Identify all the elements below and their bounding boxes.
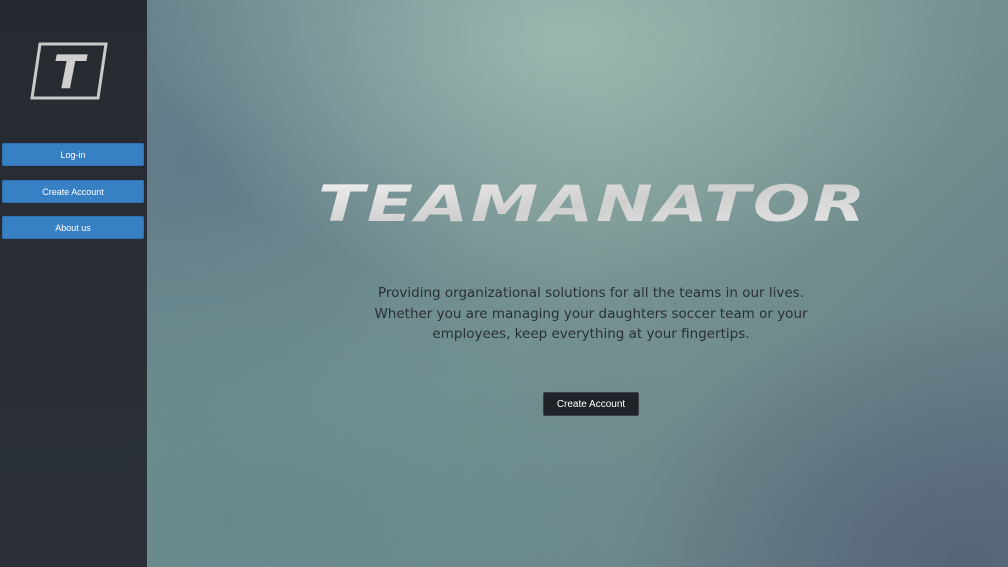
- app-root: T Log-in Create Account About us TEAMANA…: [0, 0, 1008, 567]
- sidebar: T Log-in Create Account About us: [0, 0, 147, 567]
- create-account-nav-button[interactable]: Create Account: [2, 180, 144, 203]
- brand-title: TEAMANATOR: [318, 176, 868, 228]
- logo-letter: T: [53, 45, 88, 99]
- hero-area: TEAMANATOR Providing organizational solu…: [147, 0, 1008, 567]
- tagline-line-2: Whether you are managing your daughters …: [374, 305, 808, 322]
- team-t-logo-icon[interactable]: T: [30, 42, 108, 100]
- about-us-button[interactable]: About us: [2, 216, 144, 239]
- tagline-line-3: employees, keep everything at your finge…: [432, 326, 750, 342]
- tagline-line-1: Providing organizational solutions for a…: [377, 285, 805, 301]
- create-account-button[interactable]: Create Account: [543, 392, 639, 416]
- brand-logotype: TEAMANATOR: [318, 176, 868, 228]
- login-button[interactable]: Log-in: [2, 143, 144, 166]
- tagline: Providing organizational solutions for a…: [367, 283, 815, 345]
